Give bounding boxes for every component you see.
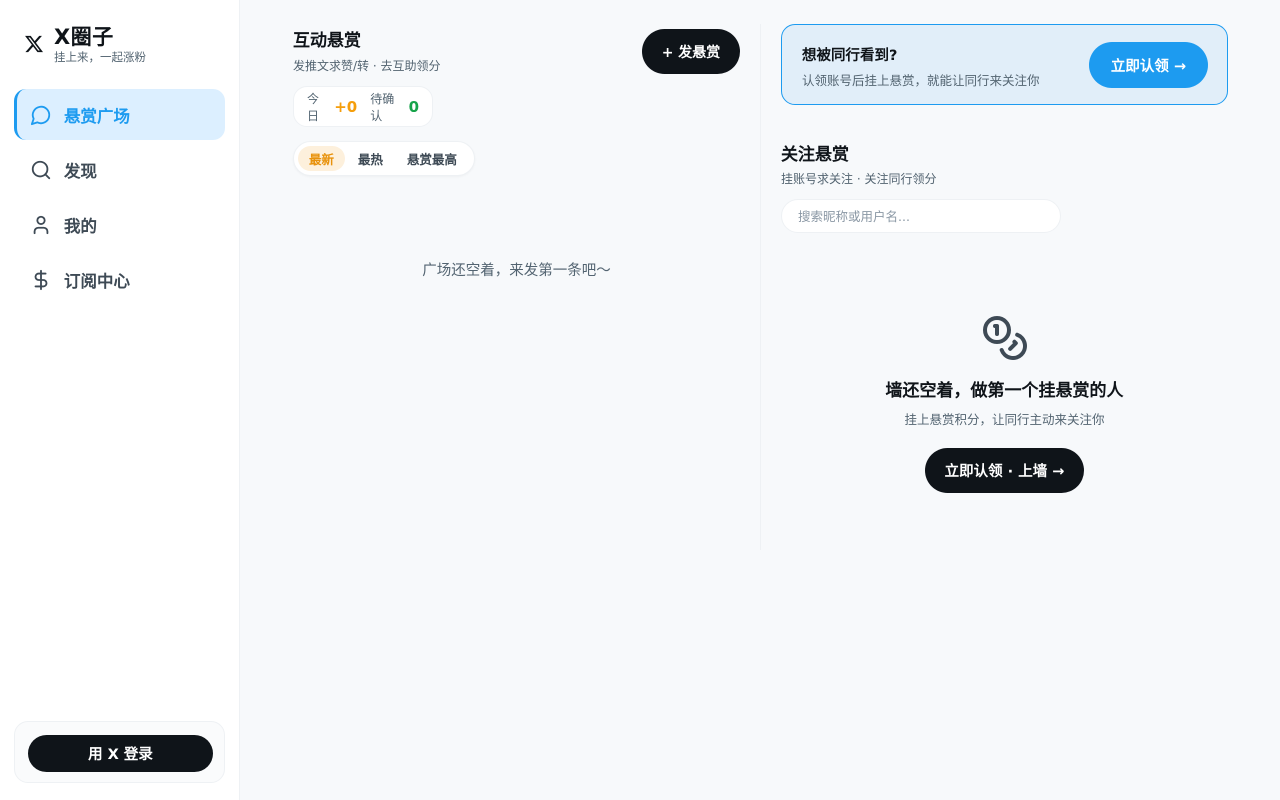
empty-wall-subtitle: 挂上悬赏积分，让同行主动来关注你 xyxy=(904,412,1105,427)
page-subtitle: 发推文求赞/转 · 去互助领分 xyxy=(293,59,441,73)
search-icon xyxy=(30,159,52,181)
sort-tabs: 最新 最热 悬赏最高 xyxy=(293,141,476,176)
search-input[interactable] xyxy=(781,199,1061,233)
empty-wall-title: 墙还空着，做第一个挂悬赏的人 xyxy=(885,381,1124,401)
column-divider xyxy=(760,24,761,550)
tab-hottest[interactable]: 最热 xyxy=(347,146,394,171)
claim-banner: 想被同行看到? 认领账号后挂上悬赏，就能让同行来关注你 立即认领 → xyxy=(781,24,1228,105)
tab-highest-bounty[interactable]: 悬赏最高 xyxy=(396,146,468,171)
sidebar: X圈子 挂上来，一起涨粉 悬赏广场 发现 我的 订阅中心 用 X 登录 xyxy=(0,0,240,800)
dollar-icon xyxy=(30,269,52,291)
post-bounty-button[interactable]: + 发悬赏 xyxy=(642,29,740,74)
today-value: +0 xyxy=(334,97,358,116)
sidebar-item-label: 订阅中心 xyxy=(64,271,130,291)
pending-label: 待确认 xyxy=(370,91,395,123)
login-with-x-button[interactable]: 用 X 登录 xyxy=(28,735,213,772)
pending-value: 0 xyxy=(408,97,419,116)
follow-bounty-subtitle: 挂账号求关注 · 关注同行领分 xyxy=(781,172,937,186)
sidebar-item-label: 我的 xyxy=(64,216,97,236)
sidebar-nav: 悬赏广场 发现 我的 订阅中心 xyxy=(14,89,225,309)
chat-bubble-icon xyxy=(30,104,52,126)
sidebar-item-mine[interactable]: 我的 xyxy=(14,199,225,250)
sidebar-item-subscriptions[interactable]: 订阅中心 xyxy=(14,254,225,305)
stats-pill: 今日 +0 待确认 0 xyxy=(293,86,433,127)
page-title: 互动悬赏 xyxy=(293,31,361,51)
sidebar-item-label: 发现 xyxy=(64,161,97,181)
brand-tagline: 挂上来，一起涨粉 xyxy=(54,50,146,64)
claim-and-post-button[interactable]: 立即认领 · 上墙 → xyxy=(925,448,1084,493)
brand-name: X圈子 xyxy=(54,25,114,49)
claim-subtitle: 认领账号后挂上悬赏，就能让同行来关注你 xyxy=(802,73,1040,88)
tab-latest[interactable]: 最新 xyxy=(298,146,346,171)
empty-feed-message: 广场还空着，来发第一条吧～ xyxy=(422,263,611,279)
login-panel: 用 X 登录 xyxy=(14,721,225,783)
today-label: 今日 xyxy=(307,91,320,123)
sidebar-item-label: 悬赏广场 xyxy=(64,106,130,126)
follow-bounty-title: 关注悬赏 xyxy=(781,145,849,165)
claim-now-button[interactable]: 立即认领 → xyxy=(1089,42,1208,88)
brand[interactable]: X圈子 挂上来，一起涨粉 xyxy=(24,24,146,64)
sidebar-item-discover[interactable]: 发现 xyxy=(14,144,225,195)
x-logo-icon xyxy=(25,35,44,53)
claim-title: 想被同行看到? xyxy=(802,48,898,64)
user-icon xyxy=(30,214,52,236)
coins-icon xyxy=(983,316,1027,360)
sidebar-item-bounty-square[interactable]: 悬赏广场 xyxy=(14,89,225,140)
